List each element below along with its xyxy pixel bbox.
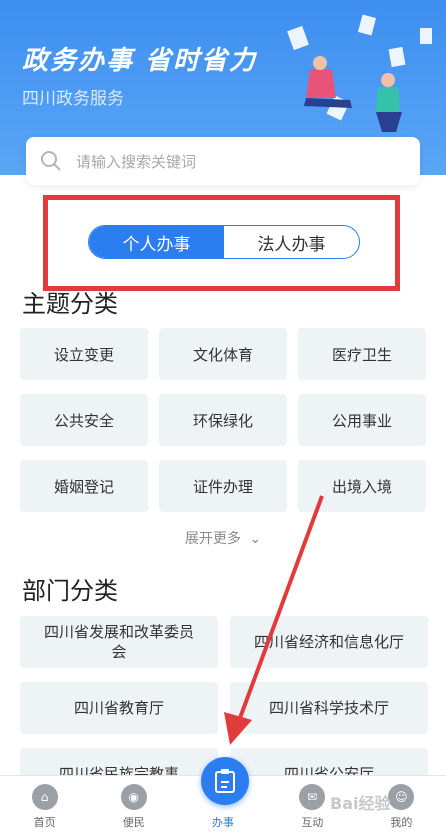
dept-item[interactable]: 四川省经济和信息化厅 [230, 616, 428, 668]
theme-item[interactable]: 证件办理 [159, 460, 287, 512]
user-icon: ☺ [388, 784, 415, 810]
expand-more-button[interactable]: 展开更多 ⌄ [0, 528, 446, 548]
affairs-center-button[interactable] [201, 757, 249, 805]
search-bar[interactable]: 请输入搜索关键词 [26, 137, 420, 185]
clipboard-icon [215, 769, 235, 793]
theme-item[interactable]: 婚姻登记 [20, 460, 148, 512]
dept-item[interactable]: 四川省教育厅 [20, 682, 218, 734]
theme-item[interactable]: 公用事业 [298, 394, 426, 446]
tab-affairs-label: 办事 [212, 816, 234, 829]
tab-home-label: 首页 [33, 816, 56, 829]
chat-icon: ✉ [299, 784, 326, 810]
home-icon: ⌂ [31, 784, 58, 810]
tab-convenience[interactable]: ◉ 便民 [89, 776, 178, 838]
search-icon [41, 151, 61, 171]
illustration-people-icon [287, 14, 432, 132]
dept-item[interactable]: 四川省发展和改革委员会 [20, 616, 218, 668]
tab-mine-label: 我的 [390, 816, 413, 829]
tab-legal-affairs[interactable]: 法人办事 [224, 226, 359, 258]
app-subtitle: 四川政务服务 [22, 89, 124, 109]
search-placeholder: 请输入搜索关键词 [76, 152, 197, 171]
chevron-down-icon: ⌄ [249, 531, 262, 547]
theme-section-title: 主题分类 [22, 290, 118, 318]
dept-item[interactable]: 四川省科学技术厅 [230, 682, 428, 734]
watermark: Bai经验 [330, 794, 391, 813]
expand-more-label: 展开更多 [184, 531, 241, 547]
tab-interact-label: 互动 [301, 816, 324, 829]
theme-grid: 设立变更 文化体育 医疗卫生 公共安全 环保绿化 公用事业 婚姻登记 证件办理 … [20, 328, 426, 512]
tab-personal-affairs[interactable]: 个人办事 [89, 226, 224, 258]
theme-item[interactable]: 环保绿化 [159, 394, 287, 446]
theme-item[interactable]: 医疗卫生 [298, 328, 426, 380]
service-type-toggle[interactable]: 个人办事 法人办事 [88, 225, 360, 259]
theme-item[interactable]: 公共安全 [20, 394, 148, 446]
slogan: 政务办事 省时省力 [22, 46, 258, 76]
tab-convenience-label: 便民 [122, 816, 145, 829]
tab-home[interactable]: ⌂ 首页 [0, 776, 89, 838]
theme-item[interactable]: 文化体育 [159, 328, 287, 380]
theme-item[interactable]: 出境入境 [298, 460, 426, 512]
theme-item[interactable]: 设立变更 [20, 328, 148, 380]
bell-icon: ◉ [120, 784, 147, 810]
dept-section-title: 部门分类 [22, 577, 118, 605]
